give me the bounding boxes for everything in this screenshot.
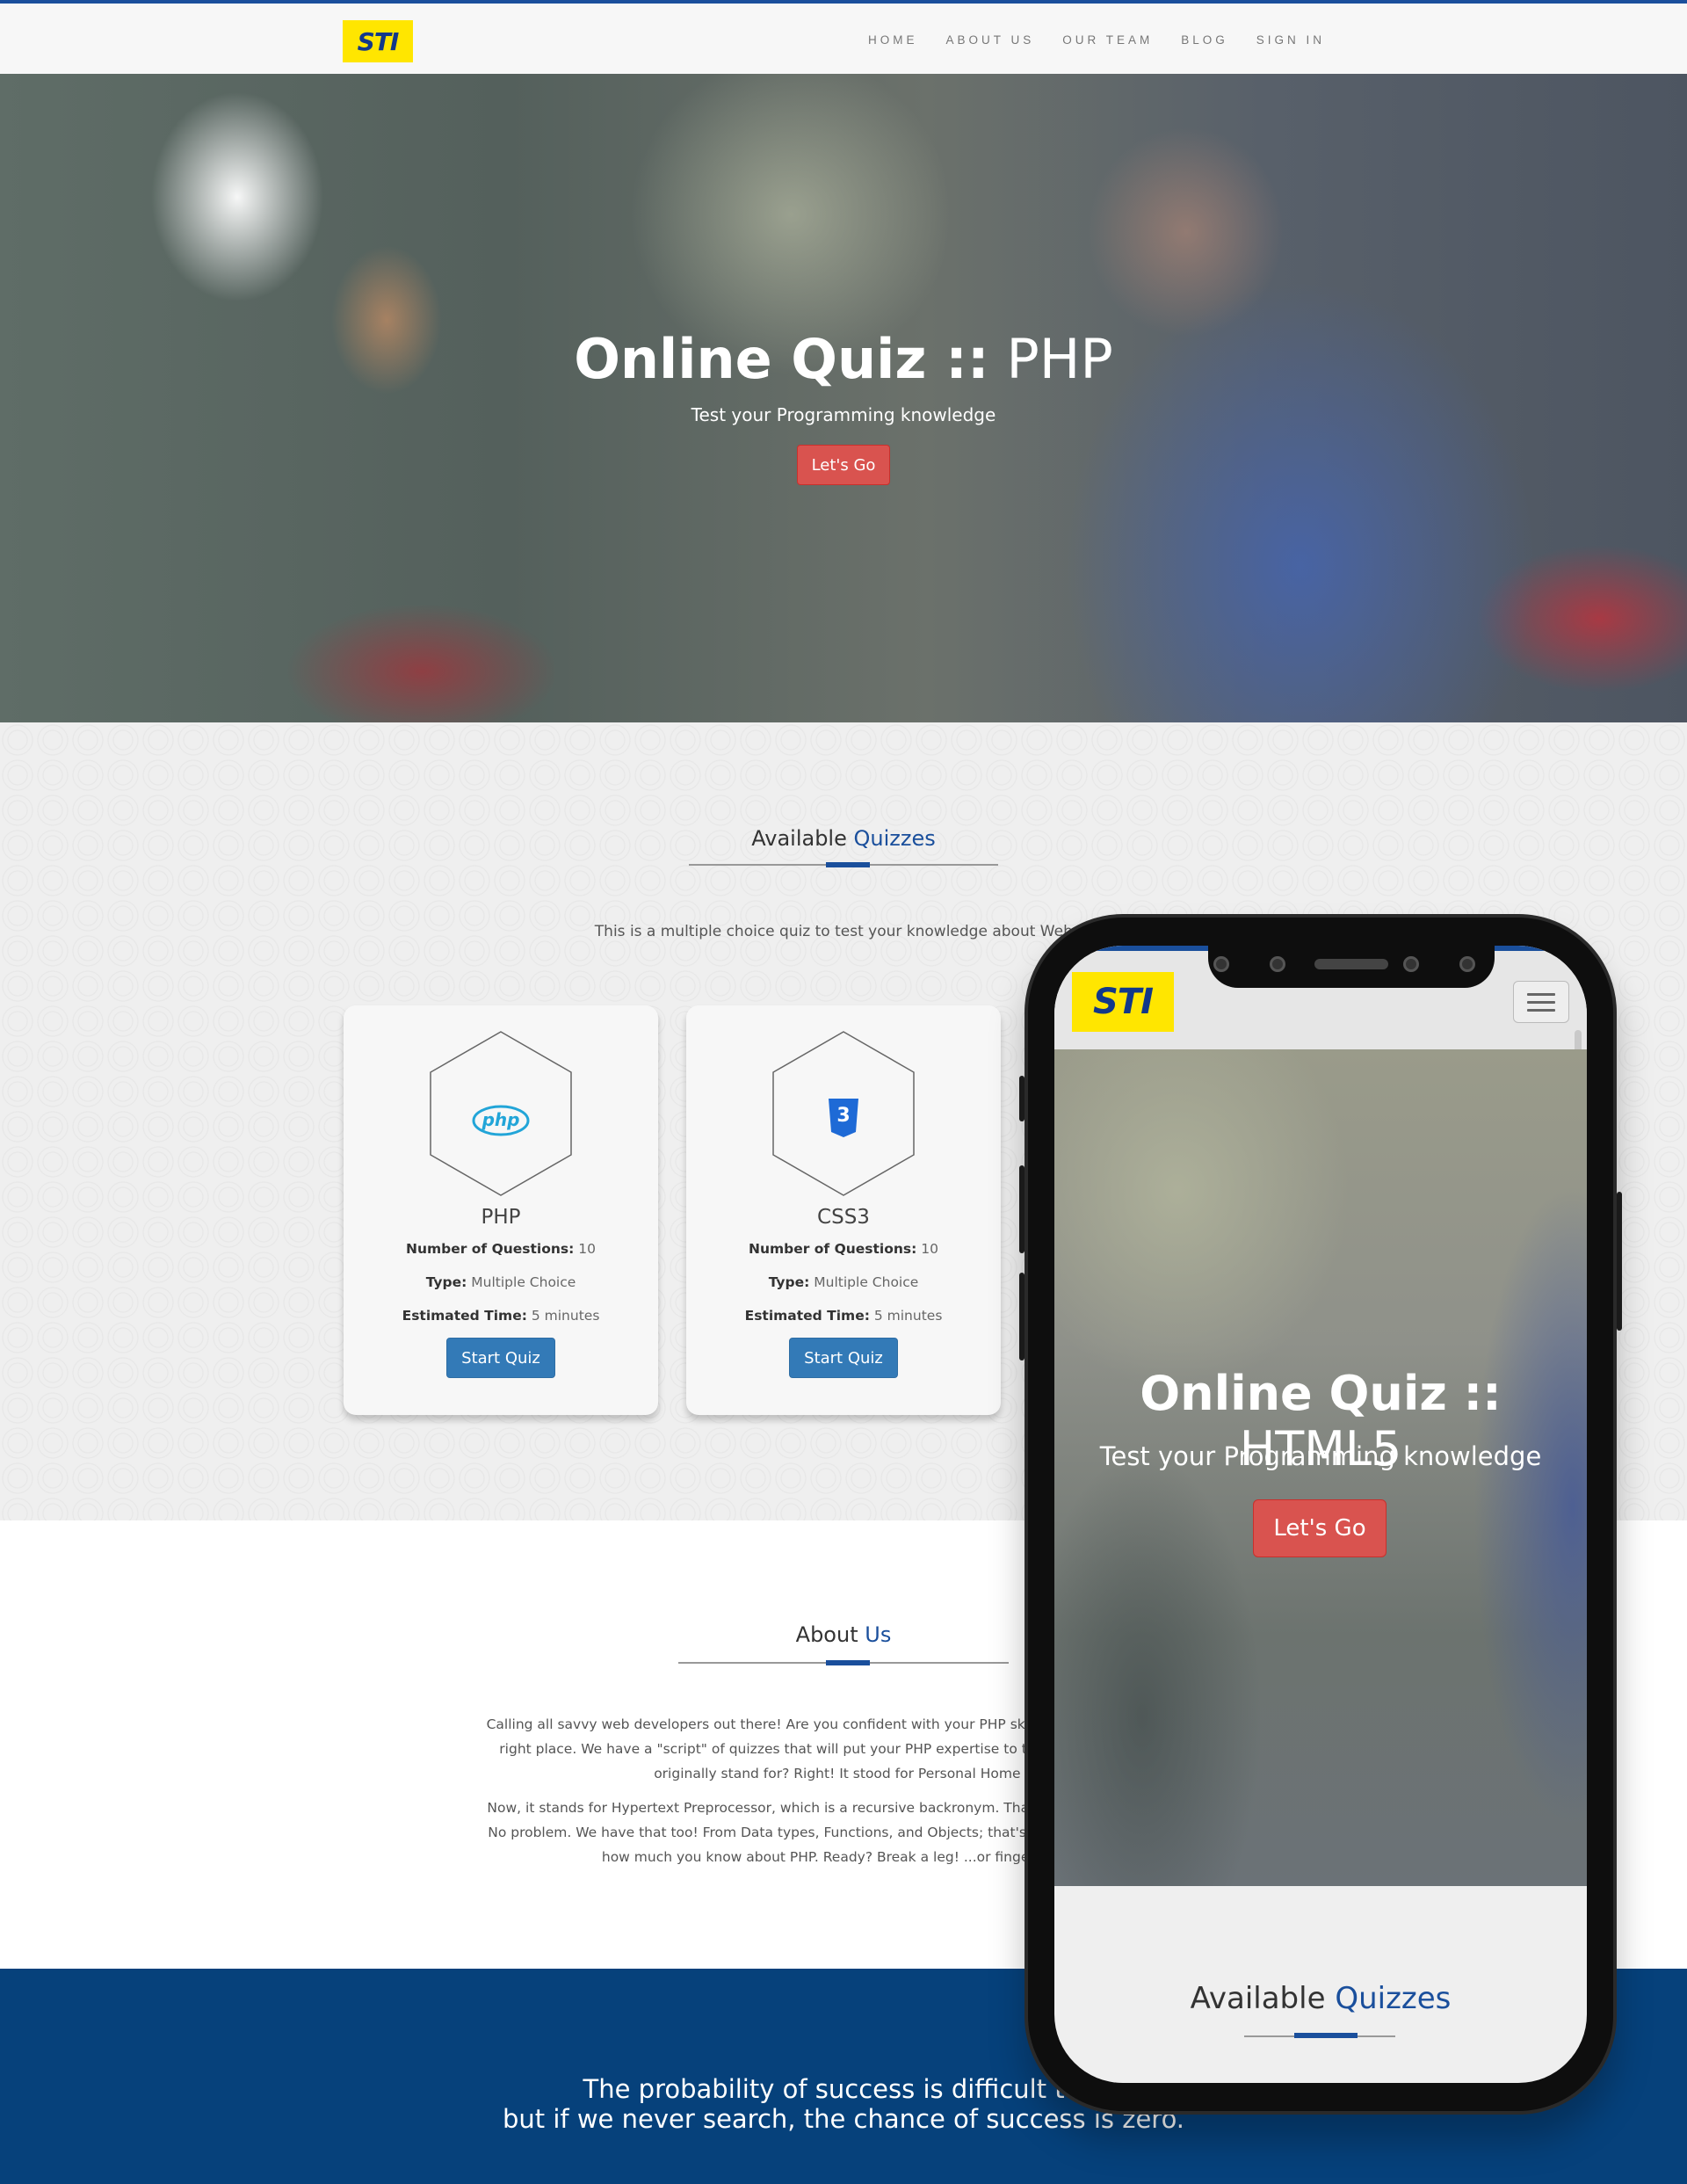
phone-mockup: STI Online Quiz :: HTML5 Test your Progr… [1019, 914, 1622, 2115]
php-icon-label: php [481, 1109, 520, 1130]
phone-quizzes-heading-accent: Quizzes [1335, 1981, 1452, 2016]
nav-home[interactable]: HOME [868, 33, 918, 47]
hero-subtitle: Test your Programming knowledge [691, 404, 996, 425]
camera-lens-icon [1213, 956, 1229, 972]
quizzes-heading-accent: Quizzes [853, 826, 936, 851]
camera-lens-icon [1403, 956, 1419, 972]
start-quiz-button[interactable]: Start Quiz [789, 1338, 898, 1378]
phone-hero: Online Quiz :: HTML5 Test your Programmi… [1054, 1049, 1587, 1886]
hamburger-menu-icon[interactable] [1513, 981, 1569, 1023]
top-navbar: STI HOME ABOUT US OUR TEAM BLOG SIGN IN [0, 0, 1687, 74]
quiz-card-css3: 3 CSS3 Number of Questions: 10 Type: Mul… [686, 1005, 1001, 1415]
quizzes-heading: Available Quizzes [0, 826, 1687, 851]
logo-text: STI [357, 26, 400, 56]
phone-sti-logo[interactable]: STI [1072, 972, 1174, 1032]
hamburger-bar [1527, 992, 1555, 996]
start-quiz-button[interactable]: Start Quiz [446, 1338, 555, 1378]
phone-power-button [1617, 1192, 1622, 1331]
type-label: Type: [768, 1274, 810, 1290]
phone-screen: STI Online Quiz :: HTML5 Test your Progr… [1054, 946, 1587, 2083]
type-label: Type: [425, 1274, 467, 1290]
quiz-name: CSS3 [817, 1206, 870, 1229]
quiz-questions: Number of Questions: 10 [344, 1241, 658, 1257]
phone-quizzes-heading: Available Quizzes [1054, 1981, 1587, 2016]
nav-sign-in[interactable]: SIGN IN [1256, 33, 1325, 47]
questions-value: 10 [921, 1241, 939, 1257]
nav-menu: HOME ABOUT US OUR TEAM BLOG SIGN IN [868, 33, 1325, 47]
time-label: Estimated Time: [402, 1308, 527, 1324]
lets-go-button[interactable]: Let's Go [797, 445, 890, 485]
phone-notch [1208, 946, 1495, 988]
phone-volume-up [1019, 1165, 1025, 1253]
phone-hero-subtitle: Test your Programming knowledge [1099, 1441, 1542, 1471]
sti-logo[interactable]: STI [343, 20, 413, 62]
time-value: 5 minutes [531, 1308, 600, 1324]
quiz-time: Estimated Time: 5 minutes [344, 1308, 658, 1324]
hero-title-topic: PHP [1006, 327, 1113, 391]
nav-about-us[interactable]: ABOUT US [946, 33, 1035, 47]
quiz-questions: Number of Questions: 10 [686, 1241, 1001, 1257]
about-heading-plain: About [795, 1622, 858, 1647]
nav-blog[interactable]: BLOG [1181, 33, 1228, 47]
quiz-type: Type: Multiple Choice [686, 1274, 1001, 1290]
phone-hero-title-bold: Online Quiz :: [1140, 1366, 1502, 1421]
hero-banner: Online Quiz :: PHP Test your Programming… [0, 74, 1687, 722]
css3-icon-label: 3 [836, 1105, 851, 1127]
quiz-card-php: php PHP Number of Questions: 10 Type: Mu… [344, 1005, 658, 1415]
speaker-grille [1314, 959, 1388, 969]
time-value: 5 minutes [873, 1308, 943, 1324]
phone-mute-switch [1019, 1076, 1025, 1121]
about-divider-mark [826, 1660, 870, 1665]
phone-logo-text: STI [1093, 982, 1154, 1022]
type-value: Multiple Choice [471, 1274, 576, 1290]
about-heading-accent: Us [865, 1622, 892, 1647]
nav-our-team[interactable]: OUR TEAM [1062, 33, 1153, 47]
hero-title: Online Quiz :: PHP [0, 327, 1687, 391]
phone-quizzes-heading-plain: Available [1190, 1981, 1326, 2016]
quizzes-heading-plain: Available [751, 826, 847, 851]
phone-quizzes-divider-mark [1294, 2033, 1358, 2038]
quiz-type: Type: Multiple Choice [344, 1274, 658, 1290]
questions-value: 10 [578, 1241, 597, 1257]
camera-lens-icon [1270, 956, 1285, 972]
phone-lets-go-button[interactable]: Let's Go [1253, 1499, 1387, 1557]
camera-lens-icon [1459, 956, 1475, 972]
phone-volume-down [1019, 1273, 1025, 1360]
hero-title-bold: Online Quiz :: [574, 327, 989, 391]
questions-label: Number of Questions: [405, 1241, 575, 1257]
questions-label: Number of Questions: [748, 1241, 917, 1257]
quizzes-divider-mark [826, 862, 870, 867]
hamburger-bar [1527, 1008, 1555, 1012]
type-value: Multiple Choice [814, 1274, 919, 1290]
quiz-name: PHP [481, 1206, 521, 1229]
hamburger-bar [1527, 1000, 1555, 1004]
time-label: Estimated Time: [744, 1308, 870, 1324]
quiz-time: Estimated Time: 5 minutes [686, 1308, 1001, 1324]
